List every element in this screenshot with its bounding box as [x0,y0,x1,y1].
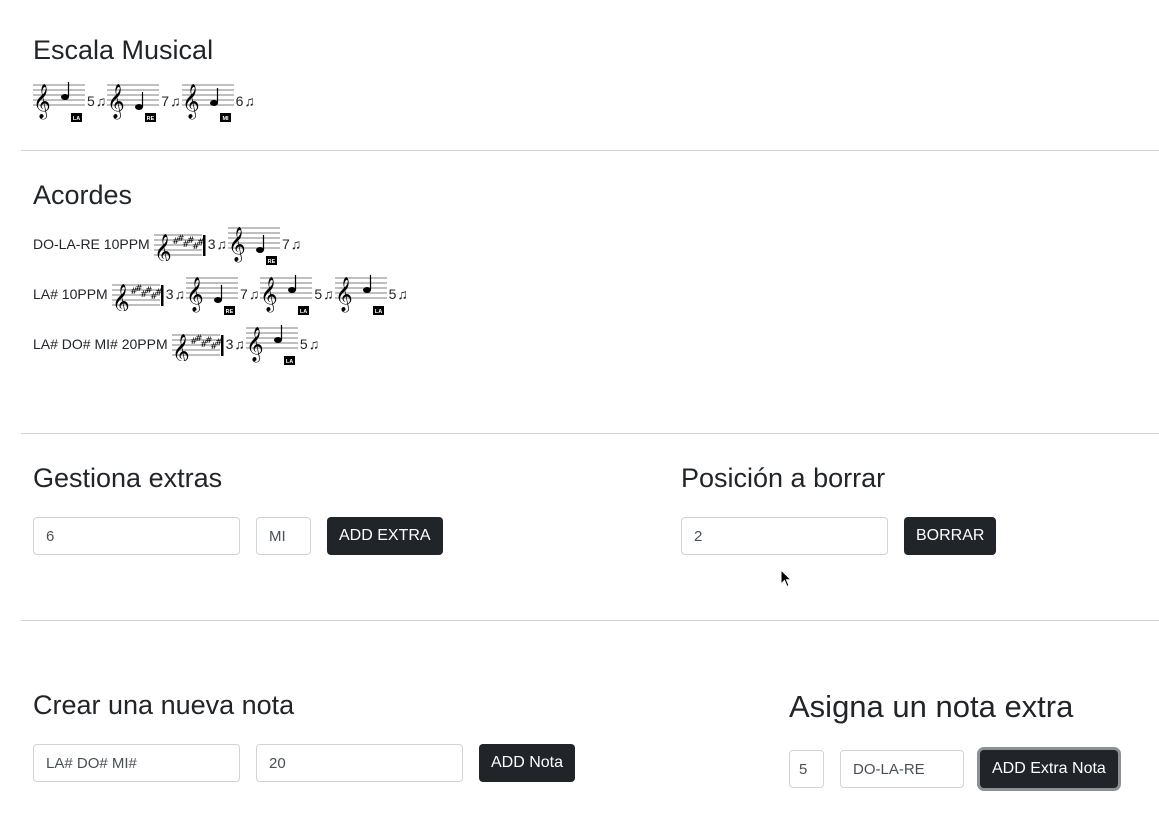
beamed-notes-icon: ♫ [248,286,260,302]
note-name-label: LA [73,116,80,122]
add-nota-button[interactable]: ADD Nota [479,744,576,782]
extra-note-input[interactable] [256,517,311,555]
note-head [273,337,282,343]
note-name-label: RE [268,259,276,265]
note-name-label: LA [300,309,307,315]
chord-staff-icon: 𝄞 ###### [111,284,164,311]
treble-clef-icon: 𝄞 [335,277,353,313]
borrar-title: Posición a borrar [681,463,886,493]
divider [21,433,1159,434]
note-head [61,94,69,100]
extra-count-input[interactable] [33,517,240,555]
chord-staff-icon: 𝄞 ###### [171,334,224,361]
note-staff-icon: 𝄞 RE [186,277,239,315]
chord-row: LA# DO# MI# 20PPM 𝄞 # # # # # #3 ♫ 𝄞 LA 5 ♫ [33,320,320,368]
note-count: 6 [235,93,244,109]
note-count: 3 [225,336,234,352]
bar-line [220,335,224,356]
new-notes-input[interactable] [33,744,240,782]
chord-label: LA# 10PPM [33,286,108,302]
treble-clef-icon: 𝄞 [33,84,51,120]
note-name-label: LA [286,359,293,365]
note-staff-icon: 𝄞 LA [33,82,85,122]
note-name-label: RE [226,309,234,315]
chord-row: DO-LA-RE 10PPM 𝄞 # # # # # #3 ♫ 𝄞 RE 7 ♫ [33,220,302,268]
asigna-title: Asigna un nota extra [789,689,1074,724]
note-staff-icon: 𝄞 LA [334,275,387,315]
acordes-title: Acordes [33,180,133,210]
beamed-notes-icon: ♫ [95,93,107,109]
treble-clef-icon: 𝄞 [112,284,130,311]
crear-title: Crear una nueva nota [33,690,295,720]
divider [21,620,1159,621]
delete-button[interactable]: BORRAR [904,517,997,555]
escala-title: Escala Musical [33,35,214,65]
note-count: 5 [299,336,308,352]
bar-line [202,235,206,256]
beamed-notes-icon: ♫ [308,336,320,352]
treble-clef-icon: 𝄞 [260,277,278,313]
beamed-notes-icon: ♫ [290,236,302,252]
note-staff-icon: 𝄞 RE [107,84,160,122]
chord-label: LA# DO# MI# 20PPM [33,336,168,352]
note-head [135,104,144,110]
gestiona-title: Gestiona extras [33,463,223,493]
beamed-notes-icon: ♫ [323,286,334,302]
note-count: 5 [314,286,323,302]
note-count: 7 [240,286,248,302]
assign-position-input[interactable] [789,750,824,788]
bar-line [160,285,164,306]
beamed-notes-icon: ♫ [174,286,186,302]
note-staff-icon: 𝄞 LA [245,325,298,365]
beamed-notes-icon: ♫ [216,236,228,252]
chord-label: DO-LA-RE 10PPM [33,236,150,252]
beamed-notes-icon: ♫ [234,336,245,352]
note-name-label: RE [147,116,155,122]
new-ppm-input[interactable] [256,744,463,782]
treble-clef-icon: 𝄞 [154,234,172,261]
note-staff-icon: 𝄞 MI [181,84,234,122]
divider [21,150,1159,151]
add-extra-button[interactable]: ADD EXTRA [327,517,443,555]
note-count: 5 [87,93,95,109]
treble-clef-icon: 𝄞 [172,334,190,361]
beamed-notes-icon: ♫ [170,93,181,109]
delete-position-input[interactable] [681,517,888,555]
treble-clef-icon: 𝄞 [186,277,204,313]
note-count: 7 [161,93,170,109]
chord-staff-icon: 𝄞 ###### [153,234,206,261]
note-head [362,287,371,293]
treble-clef-icon: 𝄞 [182,84,200,120]
note-name-label: MI [222,116,229,122]
treble-clef-icon: 𝄞 [246,327,264,363]
note-head [288,287,297,293]
beamed-notes-icon: ♫ [397,286,408,302]
mouse-cursor-icon [780,569,793,588]
note-head [209,100,218,106]
note-head [214,297,223,303]
note-count: 5 [388,286,397,302]
treble-clef-icon: 𝄞 [107,84,125,120]
treble-clef-icon: 𝄞 [228,227,246,263]
chord-row: LA# 10PPM 𝄞 # # # # # #3 ♫ 𝄞 RE 7 ♫ 𝄞 LA 5 ♫ 𝄞 LA 5 ♫ [33,270,409,318]
note-name-label: LA [374,309,381,315]
note-head [256,247,264,253]
note-count: 7 [282,236,290,252]
add-extra-nota-button[interactable]: ADD Extra Nota [980,750,1118,788]
beamed-notes-icon: ♫ [244,93,255,109]
escala-notes: 𝄞 LA 5 ♫ 𝄞 RE 7 ♫ 𝄞 MI 6 ♫ [33,77,256,125]
note-staff-icon: 𝄞 LA [260,275,313,315]
assign-chord-input[interactable] [840,750,964,788]
note-staff-icon: 𝄞 RE [228,227,280,265]
note-count: 3 [165,286,174,302]
note-count: 3 [207,236,216,252]
